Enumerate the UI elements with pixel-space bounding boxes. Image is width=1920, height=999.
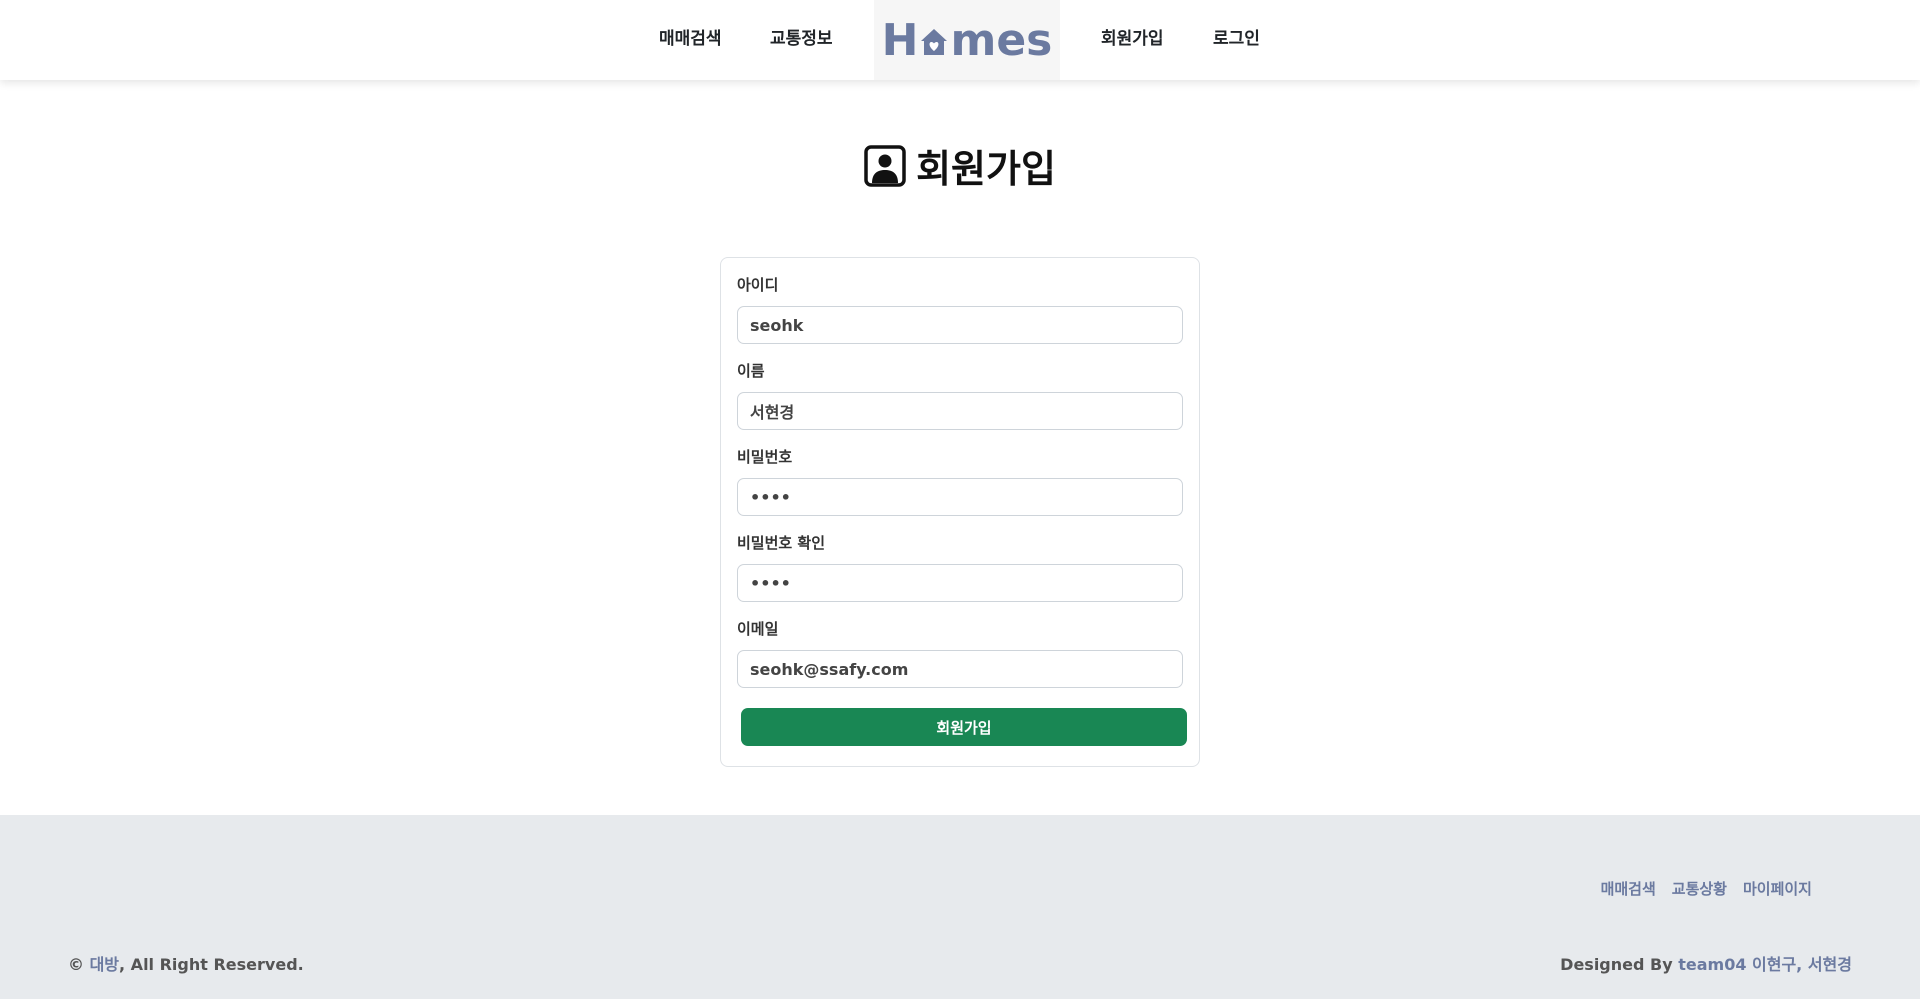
page-title: 회원가입 — [916, 147, 1056, 191]
copyright: © 대방, All Right Reserved. — [68, 951, 304, 975]
site-header: 매매검색 교통정보 H mes 회원가입 로그인 — [0, 0, 1920, 80]
id-label: 아이디 — [737, 276, 779, 294]
nav-login[interactable]: 로그인 — [1213, 0, 1260, 80]
signup-form-card: 아이디 이름 비밀번호 비밀번호 확인 이메일 회원가입 — [720, 257, 1200, 767]
id-input[interactable] — [737, 306, 1183, 344]
password-label: 비밀번호 — [737, 448, 793, 466]
page-title-row: 회원가입 — [0, 138, 1920, 193]
person-square-icon — [864, 144, 906, 187]
footer-links: 매매검색 교통상황 마이페이지 — [1601, 878, 1812, 899]
nav-signup[interactable]: 회원가입 — [1101, 0, 1164, 80]
house-heart-icon — [921, 29, 948, 55]
copyright-brand-link[interactable]: 대방 — [90, 955, 119, 974]
password-input[interactable] — [737, 478, 1183, 516]
footer-link-sale-search[interactable]: 매매검색 — [1601, 878, 1656, 899]
site-footer: 매매검색 교통상황 마이페이지 © 대방, All Right Reserved… — [0, 815, 1920, 999]
footer-link-mypage[interactable]: 마이페이지 — [1743, 878, 1812, 899]
logo-text-h: H — [881, 14, 919, 66]
name-label: 이름 — [737, 362, 765, 380]
email-label: 이메일 — [737, 620, 779, 638]
copyright-text: , All Right Reserved. — [119, 955, 304, 974]
password-confirm-label: 비밀번호 확인 — [737, 534, 826, 552]
footer-link-traffic[interactable]: 교통상황 — [1672, 878, 1727, 899]
copyright-symbol: © — [68, 955, 90, 974]
designed-by: Designed By team04 이현구, 서현경 — [1560, 951, 1852, 975]
signup-submit-button[interactable]: 회원가입 — [741, 708, 1187, 746]
logo-link[interactable]: H mes — [874, 0, 1060, 80]
name-input[interactable] — [737, 392, 1183, 430]
designed-by-prefix: Designed By — [1560, 955, 1679, 974]
nav-sale-search[interactable]: 매매검색 — [659, 0, 722, 80]
email-input[interactable] — [737, 650, 1183, 688]
nav-traffic-info[interactable]: 교통정보 — [770, 0, 833, 80]
password-confirm-input[interactable] — [737, 564, 1183, 602]
logo: H mes — [882, 15, 1053, 66]
designed-by-team-link[interactable]: team04 이현구, 서현경 — [1678, 955, 1852, 974]
logo-text-mes: mes — [950, 14, 1053, 66]
